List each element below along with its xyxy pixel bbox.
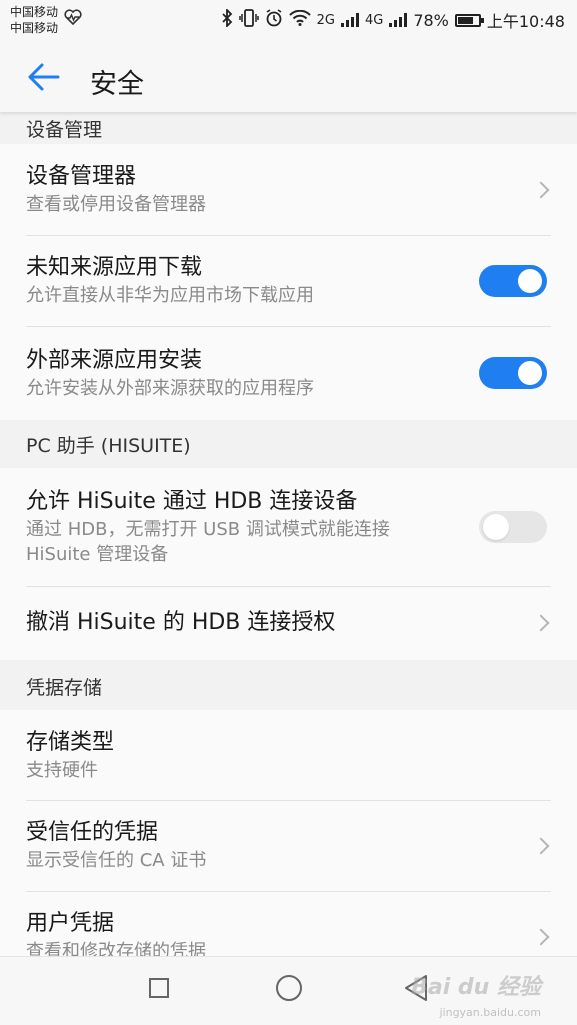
carrier-1: 中国移动 [10, 5, 59, 19]
section-header-device-admin: 设备管理 [0, 112, 577, 144]
signal-bars-1-icon [340, 13, 359, 27]
item-subtitle: 支持硬件 [26, 759, 98, 781]
page-title: 安全 [90, 69, 144, 100]
arrow-left-icon [28, 63, 60, 91]
item-title: 用户凭据 [26, 911, 115, 936]
app-bar: 安全 [0, 40, 577, 112]
item-subtitle: 显示受信任的 CA 证书 [26, 850, 207, 871]
battery-percent: 78% [413, 10, 449, 30]
carrier-labels: 中国移动 中国移动 [10, 4, 58, 36]
item-subtitle: 查看或停用设备管理器 [26, 194, 206, 215]
section-header-pc-assistant: PC 助手 (HISUITE) [0, 420, 577, 468]
external-sources-toggle[interactable] [479, 357, 547, 389]
unknown-sources-item[interactable]: 未知来源应用下载 允许直接从非华为应用市场下载应用 [0, 235, 577, 326]
status-icons: 2G 4G 78% 上午10:48 [221, 7, 565, 32]
status-bar: 中国移动 中国移动 2G 4G 78% 上午10:48 [0, 0, 577, 40]
device-admin-group: 设备管理器 查看或停用设备管理器 未知来源应用下载 允许直接从非华为应用市场下载… [0, 144, 577, 420]
battery-icon [454, 13, 484, 27]
clock: 上午10:48 [486, 12, 565, 31]
item-title: 撤消 HiSuite 的 HDB 连接授权 [26, 610, 336, 635]
navigation-bar: Bai du 经验 jingyan.baidu.com [0, 956, 577, 1025]
back-button[interactable] [26, 62, 60, 92]
wifi-icon [288, 9, 311, 30]
item-title: 外部来源应用安装 [26, 347, 203, 373]
hisuite-hdb-item[interactable]: 允许 HiSuite 通过 HDB 连接设备 通过 HDB，无需打开 USB 调… [0, 468, 577, 586]
item-title: 允许 HiSuite 通过 HDB 连接设备 [26, 489, 358, 514]
item-title: 未知来源应用下载 [26, 255, 203, 280]
network-type-2: 4G [364, 12, 384, 28]
toggle-knob [518, 268, 542, 293]
vibrate-icon [238, 9, 259, 31]
item-subtitle: 通过 HDB，无需打开 USB 调试模式就能连接 HiSuite 管理设备 [26, 519, 390, 565]
item-title: 受信任的凭据 [26, 820, 159, 845]
revoke-hisuite-item[interactable]: 撤消 HiSuite 的 HDB 连接授权 [0, 586, 577, 660]
pc-assistant-group: 允许 HiSuite 通过 HDB 连接设备 通过 HDB，无需打开 USB 调… [0, 468, 577, 660]
battery-fill [457, 16, 474, 24]
network-type-1: 2G [316, 12, 335, 28]
home-icon[interactable] [276, 975, 302, 1001]
heart-rate-icon [64, 9, 82, 29]
external-sources-item[interactable]: 外部来源应用安装 允许安装从外部来源获取的应用程序 [0, 326, 577, 420]
trusted-credentials-item[interactable]: 受信任的凭据 显示受信任的 CA 证书 [0, 800, 577, 891]
toggle-knob [518, 361, 542, 385]
credential-storage-group: 存储类型 支持硬件 受信任的凭据 显示受信任的 CA 证书 用户凭据 查看和修改… [0, 710, 577, 982]
hisuite-hdb-toggle[interactable] [479, 511, 547, 543]
watermark-url: jingyan.baidu.com [439, 1006, 541, 1019]
settings-list[interactable]: 设备管理 设备管理器 查看或停用设备管理器 未知来源应用下载 允许直接从非华为应… [0, 112, 577, 982]
item-subtitle: 允许安装从外部来源获取的应用程序 [26, 377, 314, 399]
baidu-watermark: Bai du 经验 [411, 975, 541, 1000]
alarm-icon [265, 9, 283, 31]
signal-bars-2-icon [389, 13, 408, 27]
item-title: 存储类型 [26, 729, 115, 755]
recent-apps-icon[interactable] [149, 978, 169, 998]
storage-type-item[interactable]: 存储类型 支持硬件 [0, 710, 577, 800]
item-title: 设备管理器 [26, 164, 137, 189]
section-header-credential-storage: 凭据存储 [0, 662, 577, 710]
unknown-sources-toggle[interactable] [479, 264, 547, 297]
device-admin-item[interactable]: 设备管理器 查看或停用设备管理器 [0, 144, 577, 235]
toggle-knob [483, 514, 509, 540]
bluetooth-icon [221, 7, 233, 31]
item-subtitle: 允许直接从非华为应用市场下载应用 [26, 285, 314, 306]
carrier-2: 中国移动 [10, 21, 59, 35]
